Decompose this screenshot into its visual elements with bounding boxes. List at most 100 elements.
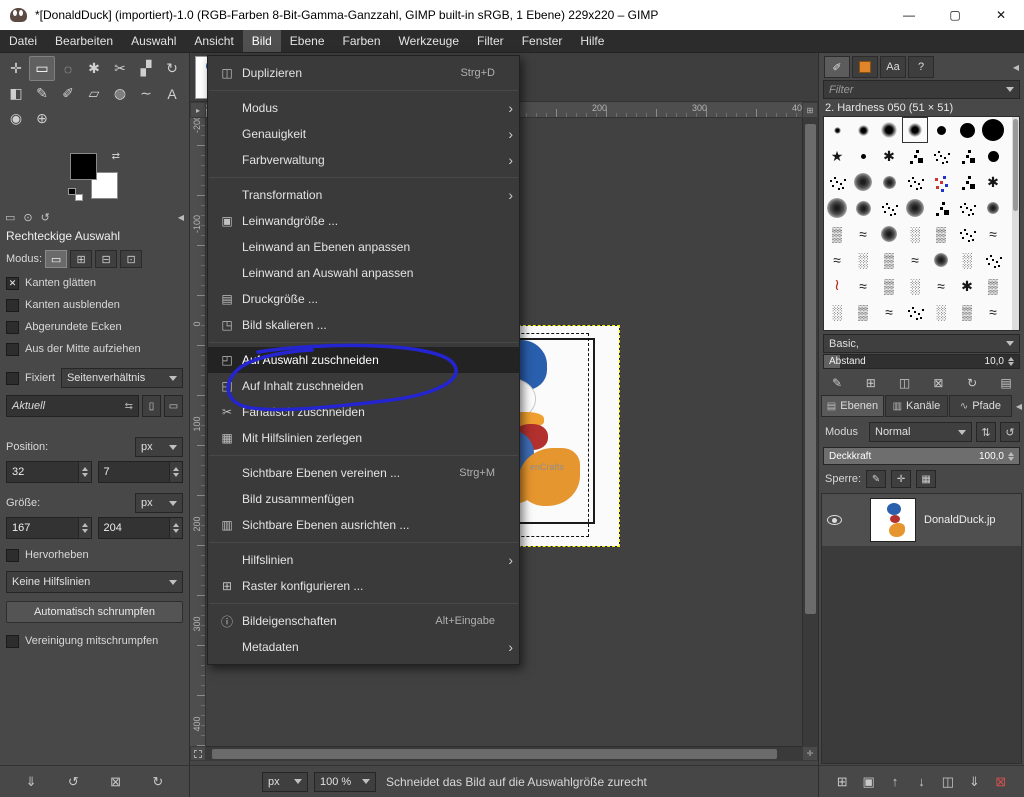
brush-thumbnail[interactable]: ≈ (850, 221, 876, 247)
brush-thumbnail[interactable]: ▒ (954, 299, 980, 325)
dock-menu-icon[interactable]: ◀ (178, 213, 184, 222)
menu-item-modus[interactable]: Modus › (208, 95, 519, 121)
menu-item-genauigkeit[interactable]: Genauigkeit › (208, 121, 519, 147)
brush-thumbnail[interactable] (954, 221, 980, 247)
brush-thumbnail[interactable]: ≈ (928, 273, 954, 299)
default-colors-icon[interactable] (68, 188, 83, 201)
brush-thumbnail[interactable]: ▒ (980, 273, 1006, 299)
navigation-button[interactable]: ⊞ (802, 102, 818, 118)
menu-bearbeiten[interactable]: Bearbeiten (46, 30, 122, 52)
spacing-slider[interactable]: Abstand 10,0 (823, 354, 1020, 369)
brush-thumbnail[interactable]: ▒ (928, 221, 954, 247)
menu-item-leinwand-an-ebenen[interactable]: Leinwand an Ebenen anpassen (208, 234, 519, 260)
restore-preset-button[interactable]: ↺ (61, 774, 85, 790)
tab-patterns[interactable] (852, 56, 878, 78)
menu-bild[interactable]: Bild (243, 30, 281, 52)
option-hervorheben[interactable]: Hervorheben (6, 547, 89, 563)
minimize-button[interactable]: — (886, 0, 932, 30)
brush-thumbnail[interactable]: ✱ (980, 169, 1006, 195)
brush-thumbnail[interactable]: ░ (954, 247, 980, 273)
portrait-button[interactable]: ▯ (142, 395, 161, 417)
tab-document-history[interactable]: ? (908, 56, 934, 78)
menu-item-auf-inhalt-zuschneiden[interactable]: ◱ Auf Inhalt zuschneiden (208, 373, 519, 399)
tool-fuzzy-select[interactable]: ✱ (81, 56, 107, 81)
fixed-checkbox[interactable] (6, 372, 19, 385)
layer-thumbnail[interactable] (870, 498, 916, 542)
tool-options-tab-icon[interactable]: ▭ (5, 211, 15, 224)
brush-thumbnail[interactable] (980, 247, 1006, 273)
new-layer-button[interactable]: ⊞ (830, 774, 854, 790)
scrollbar-thumb[interactable] (805, 124, 816, 614)
tool-paintbrush[interactable]: ✐ (55, 81, 81, 106)
menu-auswahl[interactable]: Auswahl (122, 30, 185, 52)
menu-item-bild-skalieren[interactable]: ◳ Bild skalieren ... (208, 312, 519, 338)
tool-eraser[interactable]: ▱ (81, 81, 107, 106)
spinner-arrows-icon[interactable] (169, 462, 182, 482)
menu-item-fanatisch-zuschneiden[interactable]: ✂ Fanatisch zuschneiden (208, 399, 519, 425)
tool-scissors-select[interactable]: ✂ (107, 56, 133, 81)
mode-replace-button[interactable]: ▭ (45, 250, 67, 268)
scrollbar-thumb[interactable] (1013, 119, 1018, 211)
brush-thumbnail[interactable] (902, 143, 928, 169)
vertical-scrollbar[interactable] (802, 118, 818, 746)
canvas-menu-button[interactable]: ▸ (190, 102, 206, 118)
position-x-stepper[interactable]: 32 (6, 461, 92, 483)
landscape-button[interactable]: ▭ (164, 395, 183, 417)
tool-clone[interactable]: ◍ (107, 81, 133, 106)
brush-thumbnail[interactable] (902, 169, 928, 195)
option-vereinigung-mitschrumpfen[interactable]: Vereinigung mitschrumpfen (6, 633, 158, 649)
delete-brush-button[interactable]: ⊠ (928, 376, 948, 390)
brush-thumbnail[interactable] (876, 169, 902, 195)
menu-fenster[interactable]: Fenster (513, 30, 572, 52)
brush-thumbnail[interactable]: ≈ (980, 221, 1006, 247)
spinner-arrows-icon[interactable] (78, 462, 91, 482)
mode-switch-button[interactable]: ⇅ (976, 422, 996, 442)
menu-filter[interactable]: Filter (468, 30, 513, 52)
menu-farben[interactable]: Farben (334, 30, 390, 52)
menu-item-mit-hilfslinien-zerlegen[interactable]: ▦ Mit Hilfslinien zerlegen (208, 425, 519, 451)
mode-reset-button[interactable]: ↺ (1000, 422, 1020, 442)
layer-row[interactable]: DonaldDuck.jp (822, 494, 1021, 546)
menu-werkzeuge[interactable]: Werkzeuge (390, 30, 468, 52)
brush-filter-input[interactable]: Filter (823, 80, 1020, 99)
mode-intersect-button[interactable]: ⊡ (120, 250, 142, 268)
fixed-ratio-select[interactable]: Seitenverhältnis (61, 368, 183, 388)
brush-grid-scrollbar[interactable] (1012, 117, 1019, 330)
spinner-arrows-icon[interactable] (1008, 452, 1014, 461)
option-aus-der-mitte[interactable]: Aus der Mitte aufziehen (6, 341, 141, 357)
layer-link-column[interactable] (850, 494, 862, 546)
spinner-arrows-icon[interactable] (169, 518, 182, 538)
lock-pixels-button[interactable]: ✎ (866, 470, 886, 488)
option-abgerundete-ecken[interactable]: Abgerundete Ecken (6, 319, 122, 335)
reset-options-button[interactable]: ↻ (146, 774, 170, 790)
brush-thumbnail[interactable]: ≈ (902, 247, 928, 273)
tab-ebenen[interactable]: ▤ Ebenen (821, 395, 884, 417)
brush-thumbnail[interactable] (824, 195, 850, 221)
menu-item-duplizieren[interactable]: ◫ Duplizieren Strg+D (208, 60, 519, 86)
tab-pfade[interactable]: ∿ Pfade (949, 395, 1012, 417)
tool-color-picker[interactable]: ◉ (3, 106, 29, 131)
brush-thumbnail[interactable]: ≈ (876, 299, 902, 325)
brush-thumbnail[interactable]: ░ (824, 299, 850, 325)
menu-ansicht[interactable]: Ansicht (185, 30, 242, 52)
brush-thumbnail[interactable] (824, 169, 850, 195)
tool-text[interactable]: A (159, 81, 185, 106)
brush-thumbnail[interactable] (824, 117, 850, 143)
menu-item-bild-zusammenfuegen[interactable]: Bild zusammenfügen (208, 486, 519, 512)
brush-thumbnail[interactable]: ≈ (850, 273, 876, 299)
brush-thumbnail[interactable]: ░ (902, 221, 928, 247)
brush-thumbnail[interactable] (902, 117, 928, 143)
delete-layer-button[interactable]: ⊠ (989, 774, 1013, 790)
menu-item-leinwand-an-auswahl[interactable]: Leinwand an Auswahl anpassen (208, 260, 519, 286)
edit-brush-button[interactable]: ✎ (827, 376, 847, 390)
menu-item-bildeigenschaften[interactable]: ⓘ Bildeigenschaften Alt+Eingabe (208, 608, 519, 634)
device-status-icon[interactable]: ⊙ (23, 211, 32, 224)
brush-thumbnail[interactable] (876, 195, 902, 221)
new-brush-button[interactable]: ⊞ (861, 376, 881, 390)
open-brush-button[interactable]: ▤ (996, 376, 1016, 390)
tab-fonts[interactable]: Aa (880, 56, 906, 78)
brush-thumbnail[interactable]: ≈ (824, 247, 850, 273)
mode-add-button[interactable]: ⊞ (70, 250, 92, 268)
tab-kanaele[interactable]: ▥ Kanäle (885, 395, 948, 417)
menu-item-sichtbare-ebenen-vereinen[interactable]: Sichtbare Ebenen vereinen ... Strg+M (208, 460, 519, 486)
